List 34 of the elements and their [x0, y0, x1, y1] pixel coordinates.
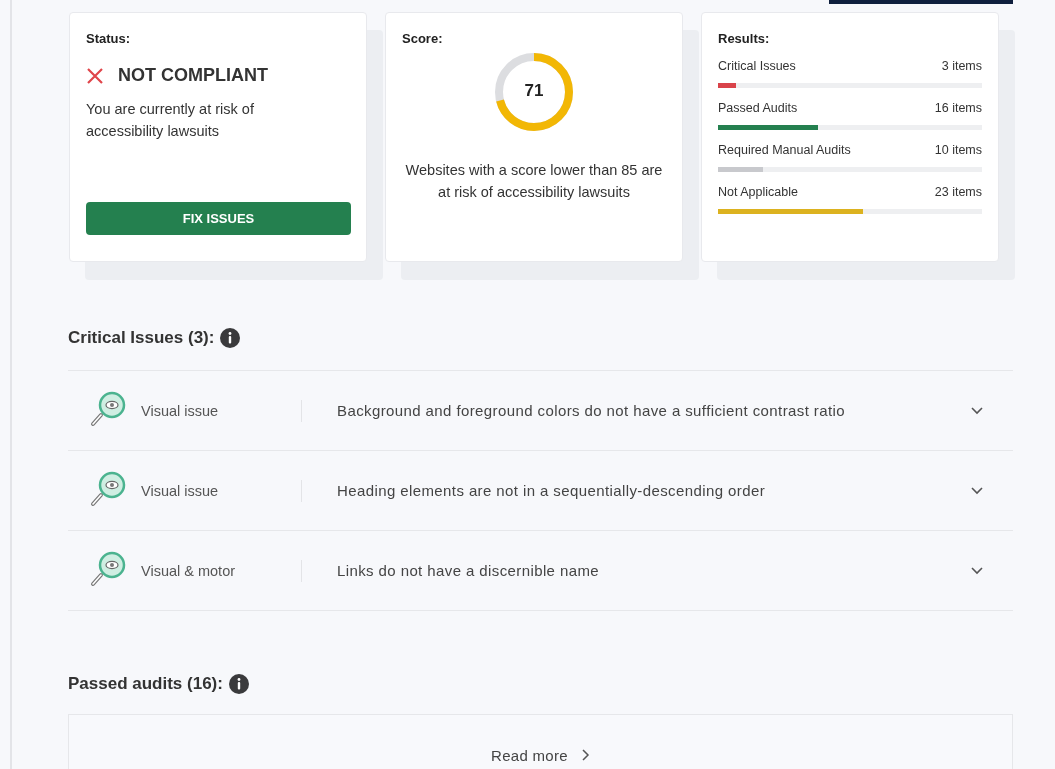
result-label: Not Applicable	[718, 185, 798, 199]
result-label: Passed Audits	[718, 101, 798, 115]
issue-row[interactable]: Visual & motor Links do not have a discernible name	[68, 531, 1013, 611]
result-count: 3 items	[941, 59, 982, 73]
read-more-link[interactable]: Read more	[491, 745, 590, 765]
result-count: 16 items	[934, 101, 982, 115]
result-label: Required Manual Audits	[718, 143, 851, 157]
result-label: Critical Issues	[718, 59, 796, 73]
status-message: You are currently at risk of accessibility lawsuits	[86, 100, 255, 141]
chevron-icon[interactable]	[971, 406, 983, 415]
issue-description: Heading elements are not in a sequentially-descending order	[337, 482, 767, 499]
issue-row[interactable]: Visual issue Heading elements are not in a sequentially-descending order	[68, 451, 1013, 531]
chevron-right-icon	[581, 749, 590, 761]
result-count: 23 items	[934, 185, 982, 199]
card-title: Status:	[86, 31, 131, 46]
chevron-icon[interactable]	[971, 486, 983, 495]
info-icon[interactable]	[228, 674, 249, 694]
issue-category: Visual & motor	[141, 559, 302, 582]
result-count: 10 items	[934, 143, 982, 157]
info-icon[interactable]	[220, 328, 241, 348]
chevron-icon[interactable]	[971, 566, 983, 575]
issue-row[interactable]: Visual issue Background and foreground colors do not have a sufficient contrast ratio	[68, 371, 1013, 451]
card-title: Results:	[718, 31, 770, 46]
compliance-status: NOT COMPLIANT	[118, 65, 268, 86]
card-title: Score:	[402, 31, 443, 46]
issue-description: Links do not have a discernible name	[337, 562, 601, 579]
score-value: 71	[524, 81, 544, 100]
issue-category: Visual issue	[141, 399, 302, 422]
score-note: Websites with a score lower than 85 are at risk of accessibility lawsuits	[404, 161, 664, 202]
section-heading: Passed audits (16):	[68, 674, 223, 694]
section-heading: Critical Issues (3):	[68, 328, 215, 348]
fix-issues-button[interactable]: FIX ISSUES	[86, 202, 351, 235]
issue-description: Background and foreground colors do not have a sufficient contrast ratio	[337, 402, 846, 419]
issue-category: Visual issue	[141, 479, 302, 502]
